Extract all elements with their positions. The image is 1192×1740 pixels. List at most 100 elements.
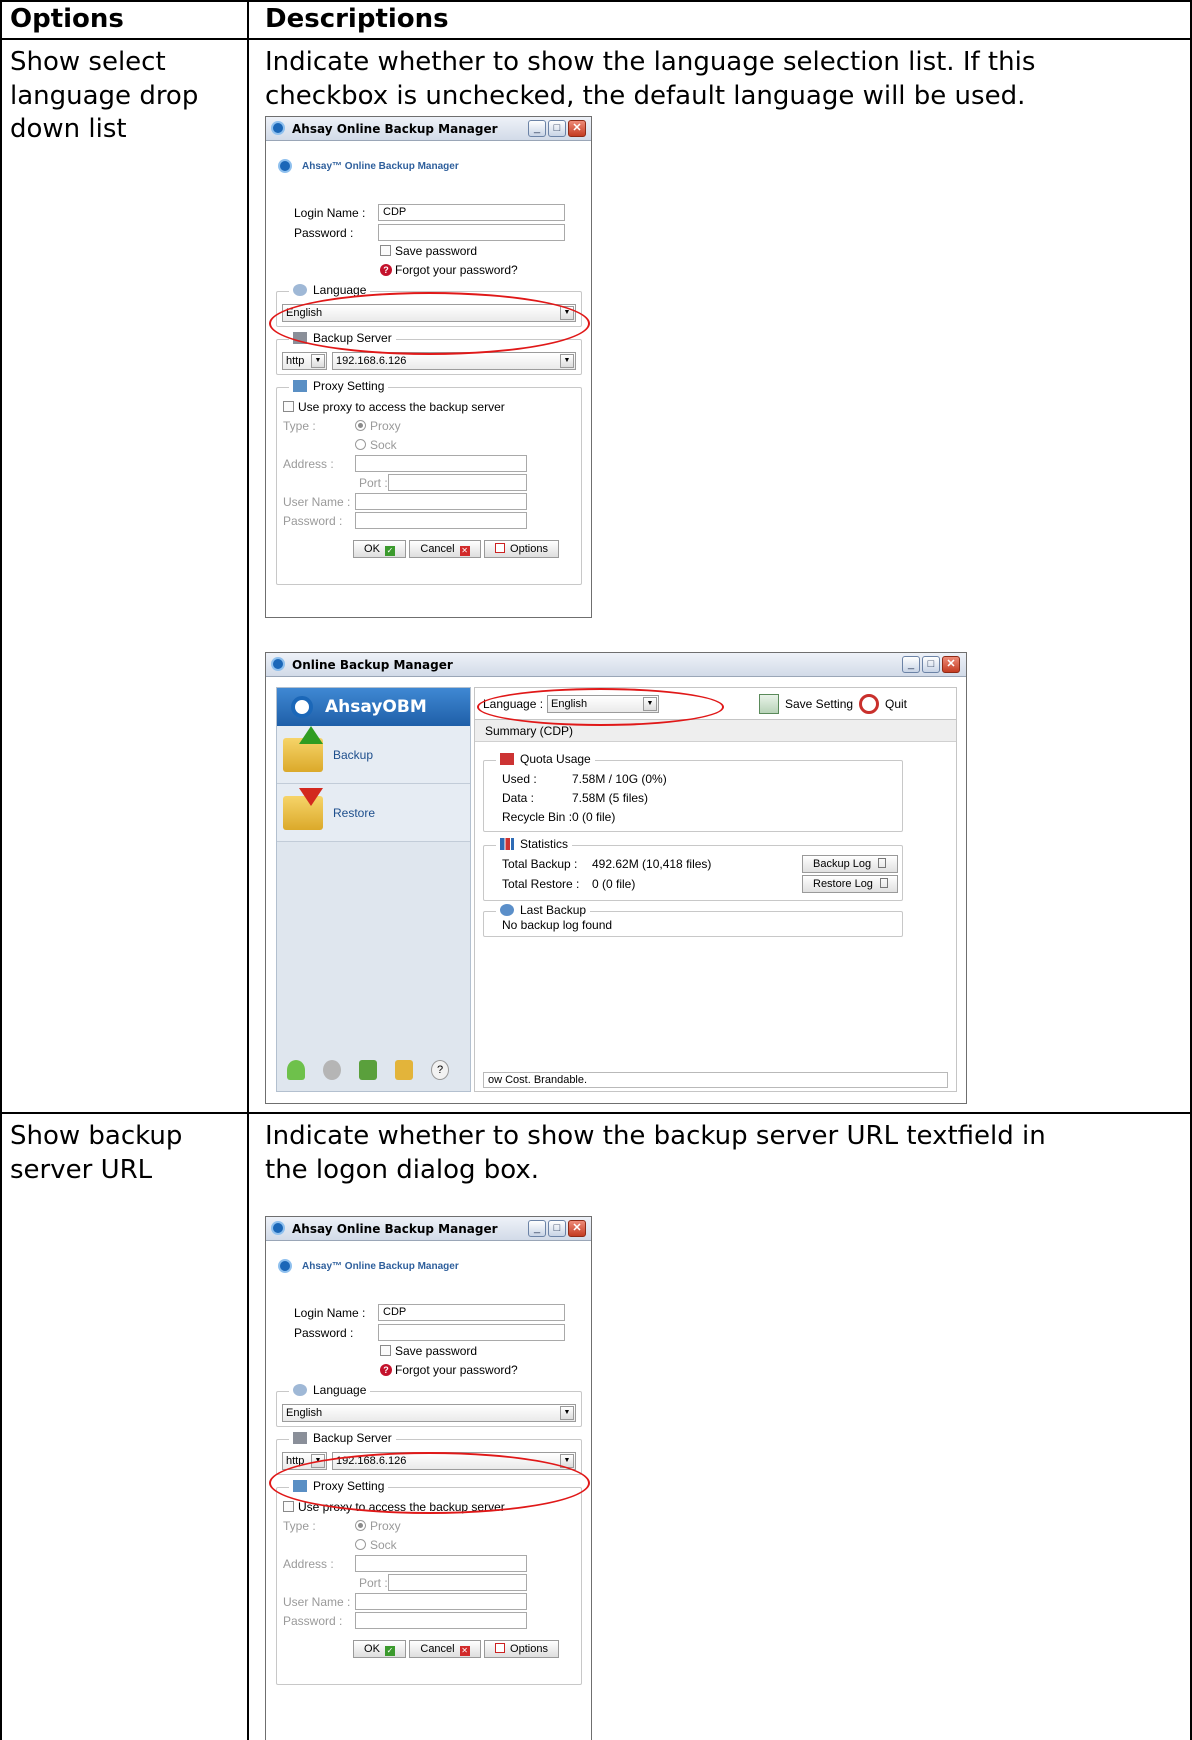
- table-border-left: [0, 0, 2, 1740]
- protocol-select[interactable]: http ▼: [282, 352, 327, 370]
- save-password-label: Save password: [395, 1344, 478, 1358]
- highlight-ellipse-toolbar-language: [477, 688, 724, 726]
- close-icon[interactable]: ✕: [568, 1220, 586, 1237]
- options-label: Options: [510, 1643, 548, 1655]
- address-label: Address :: [283, 1557, 334, 1571]
- server-select[interactable]: 192.168.6.126 ▼: [332, 352, 576, 370]
- address-input[interactable]: [355, 1555, 527, 1572]
- quit-icon[interactable]: [859, 694, 879, 714]
- forgot-password-link[interactable]: Forgot your password?: [395, 1363, 518, 1377]
- login-name-input[interactable]: CDP: [378, 1304, 565, 1321]
- use-proxy-checkbox[interactable]: [283, 401, 294, 412]
- upload-arrow-icon: [299, 726, 323, 744]
- quota-group: Quota Usage Used : 7.58M / 10G (0%) Data…: [483, 752, 903, 832]
- minimize-icon[interactable]: _: [902, 656, 920, 673]
- dialog-title: Ahsay Online Backup Manager: [292, 122, 498, 136]
- quit-button[interactable]: Quit: [885, 697, 907, 711]
- login-name-label: Login Name :: [294, 206, 366, 220]
- user-name-input[interactable]: [355, 1593, 527, 1610]
- data-value: 7.58M (5 files): [572, 791, 649, 805]
- sidebar-item-backup[interactable]: Backup: [277, 726, 470, 784]
- sock-radio[interactable]: [355, 439, 366, 450]
- ok-button[interactable]: OK ✓: [353, 540, 406, 558]
- options-label: Options: [510, 543, 548, 555]
- user-icon[interactable]: [287, 1060, 305, 1080]
- header-options: Options: [10, 4, 124, 34]
- proxy-password-label: Password :: [283, 1614, 343, 1628]
- password-label: Password :: [294, 226, 354, 240]
- maximize-icon[interactable]: □: [548, 1220, 566, 1237]
- app-logo-icon: [271, 121, 285, 135]
- highlight-ellipse-backup-server: [269, 1452, 590, 1514]
- proxy-radio[interactable]: [355, 420, 366, 431]
- use-proxy-label: Use proxy to access the backup server: [298, 400, 505, 414]
- port-input[interactable]: [388, 474, 527, 491]
- sidebar-item-restore[interactable]: Restore: [277, 784, 470, 842]
- port-input[interactable]: [388, 1574, 527, 1591]
- language-icon: [293, 1384, 307, 1396]
- highlight-ellipse-language: [269, 292, 590, 355]
- check-icon: ✓: [384, 1646, 395, 1656]
- use-proxy-checkbox[interactable]: [283, 1501, 294, 1512]
- statistics-group: Statistics Total Backup : 492.62M (10,41…: [483, 837, 903, 901]
- password-input[interactable]: [378, 1324, 565, 1341]
- gear-icon[interactable]: [323, 1060, 341, 1080]
- restore-log-button[interactable]: Restore Log: [802, 875, 898, 893]
- lock-icon[interactable]: [395, 1060, 413, 1080]
- port-label: Port :: [359, 1576, 388, 1590]
- chevron-down-icon: ▼: [560, 1406, 574, 1420]
- language-value: English: [286, 1407, 323, 1419]
- language-icon: [293, 284, 307, 296]
- cancel-button[interactable]: Cancel ✕: [409, 540, 481, 558]
- password-label: Password :: [294, 1326, 354, 1340]
- password-input[interactable]: [378, 224, 565, 241]
- backup-log-button[interactable]: Backup Log: [802, 855, 898, 873]
- row1-option-line2: language drop: [10, 81, 199, 111]
- language-select[interactable]: English ▼: [282, 1404, 576, 1422]
- cancel-button[interactable]: Cancel ✕: [409, 1640, 481, 1658]
- main-title-bar: Online Backup Manager _ □ ✕: [266, 653, 966, 677]
- save-password-checkbox[interactable]: [380, 245, 391, 256]
- proxy-group: Proxy Setting Use proxy to access the ba…: [276, 1479, 582, 1685]
- download-arrow-icon: [299, 788, 323, 806]
- quota-icon: [500, 753, 514, 765]
- options-button[interactable]: Options: [484, 540, 559, 558]
- save-password-checkbox[interactable]: [380, 1345, 391, 1356]
- header-row-divider: [0, 38, 1192, 40]
- help-icon[interactable]: ?: [431, 1060, 449, 1080]
- address-input[interactable]: [355, 455, 527, 472]
- forgot-password-link[interactable]: Forgot your password?: [395, 263, 518, 277]
- proxy-radio[interactable]: [355, 1520, 366, 1531]
- recycle-label: Recycle Bin :: [502, 810, 573, 824]
- ok-button[interactable]: OK ✓: [353, 1640, 406, 1658]
- brand-text: Ahsay™ Online Backup Manager: [302, 161, 459, 172]
- save-icon[interactable]: [759, 694, 779, 714]
- proxy-legend-text: Proxy Setting: [313, 379, 385, 393]
- app-logo-icon: [271, 657, 285, 671]
- brand-logo-icon: [291, 696, 313, 718]
- close-icon[interactable]: ✕: [942, 656, 960, 673]
- login-name-input[interactable]: CDP: [378, 204, 565, 221]
- proxy-password-input[interactable]: [355, 512, 527, 529]
- type-label: Type :: [283, 419, 316, 433]
- total-backup-value: 492.62M (10,418 files): [592, 857, 712, 871]
- proxy-group: Proxy Setting Use proxy to access the ba…: [276, 379, 582, 585]
- sock-radio[interactable]: [355, 1539, 366, 1550]
- maximize-icon[interactable]: □: [548, 120, 566, 137]
- minimize-icon[interactable]: _: [528, 120, 546, 137]
- proxy-password-input[interactable]: [355, 1612, 527, 1629]
- cancel-icon: ✕: [459, 546, 470, 556]
- minimize-icon[interactable]: _: [528, 1220, 546, 1237]
- upload-icon[interactable]: [359, 1060, 377, 1080]
- maximize-icon[interactable]: □: [922, 656, 940, 673]
- close-icon[interactable]: ✕: [568, 120, 586, 137]
- proxy-radio-label: Proxy: [370, 419, 401, 433]
- options-button[interactable]: Options: [484, 1640, 559, 1658]
- last-backup-legend: Last Backup: [496, 903, 591, 917]
- last-backup-legend-text: Last Backup: [520, 903, 587, 917]
- help-icon: ?: [380, 264, 392, 276]
- user-name-input[interactable]: [355, 493, 527, 510]
- row1-option-line3: down list: [10, 114, 127, 144]
- save-setting-button[interactable]: Save Setting: [785, 697, 853, 711]
- total-restore-value: 0 (0 file): [592, 877, 636, 891]
